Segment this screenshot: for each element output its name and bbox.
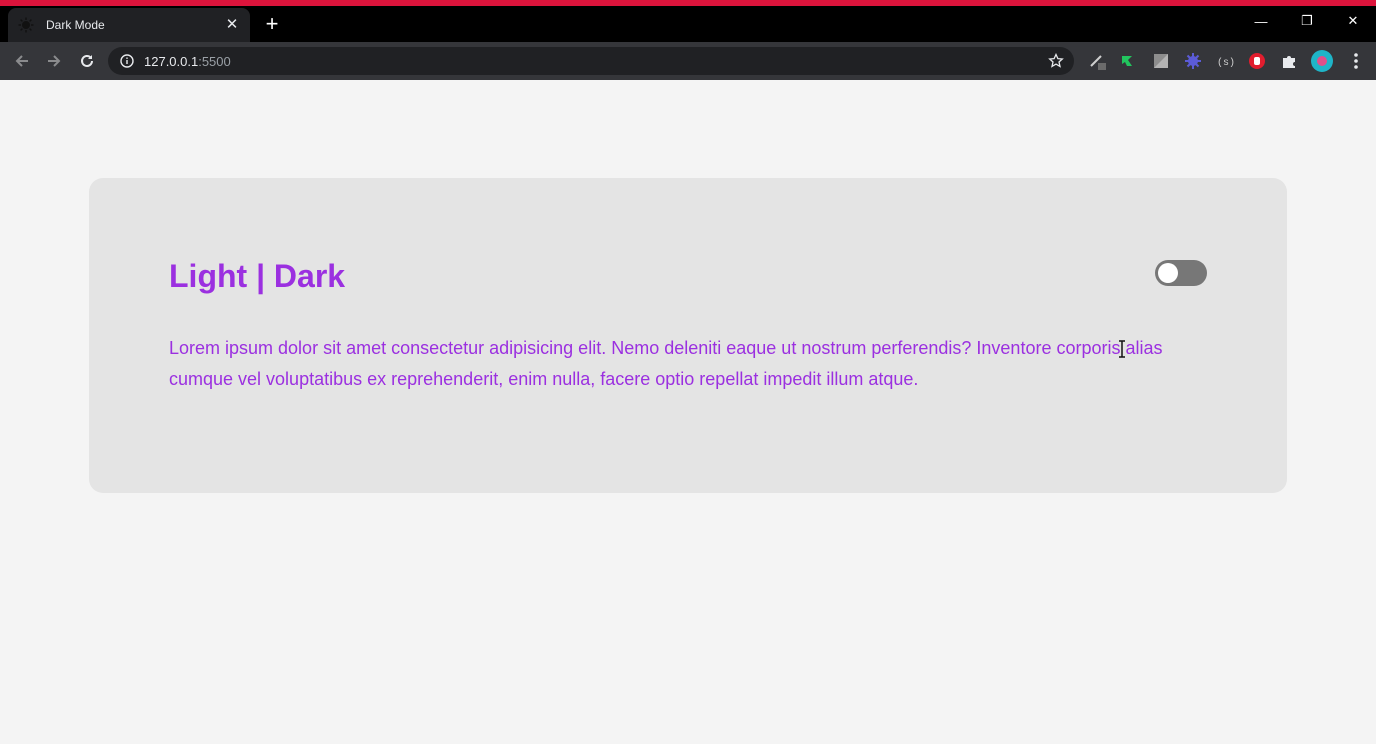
extension-icon[interactable]	[1248, 52, 1266, 70]
new-tab-button[interactable]: +	[262, 13, 282, 35]
tab-title: Dark Mode	[46, 18, 105, 32]
pen-extension-icon[interactable]	[1088, 52, 1106, 70]
svg-text:(s): (s)	[1217, 57, 1234, 69]
extension-icon[interactable]	[1119, 52, 1137, 70]
restore-button[interactable]: ❐	[1284, 6, 1330, 36]
forward-icon[interactable]	[44, 51, 64, 71]
back-icon[interactable]	[12, 51, 32, 71]
tab-close-button[interactable]: ✕	[224, 17, 240, 33]
text-cursor-icon	[1117, 340, 1127, 358]
dark-mode-toggle[interactable]	[1155, 260, 1207, 286]
url-port: :5500	[198, 53, 231, 69]
browser-toolbar: 127.0.0.1:5500 (s)	[0, 42, 1376, 80]
menu-icon[interactable]	[1347, 52, 1365, 70]
reload-icon[interactable]	[77, 51, 97, 71]
puzzle-icon[interactable]	[1280, 52, 1298, 70]
address-bar[interactable]: 127.0.0.1:5500	[108, 47, 1074, 75]
profile-avatar[interactable]	[1311, 50, 1333, 72]
tab-favicon-icon	[18, 17, 34, 33]
url-host: 127.0.0.1	[144, 53, 199, 69]
minimize-button[interactable]: —	[1238, 6, 1284, 36]
extension-icon[interactable]	[1184, 52, 1202, 70]
content-card: Light | Dark Lorem ipsum dolor sit amet …	[89, 178, 1287, 493]
tab-dark-mode[interactable]: Dark Mode ✕	[8, 8, 250, 42]
window-controls: — ❐ ✕	[1238, 6, 1376, 36]
body-paragraph: Lorem ipsum dolor sit amet consectetur a…	[169, 338, 1163, 389]
page-heading: Light | Dark	[169, 258, 346, 294]
extension-icon[interactable]: (s)	[1216, 52, 1234, 70]
info-icon[interactable]	[120, 53, 136, 69]
close-window-button[interactable]: ✕	[1330, 6, 1376, 36]
toggle-knob	[1158, 263, 1178, 283]
star-icon[interactable]	[1048, 52, 1064, 69]
tab-strip: Dark Mode ✕ + — ❐ ✕	[0, 6, 1376, 42]
extension-icon[interactable]	[1152, 52, 1170, 70]
